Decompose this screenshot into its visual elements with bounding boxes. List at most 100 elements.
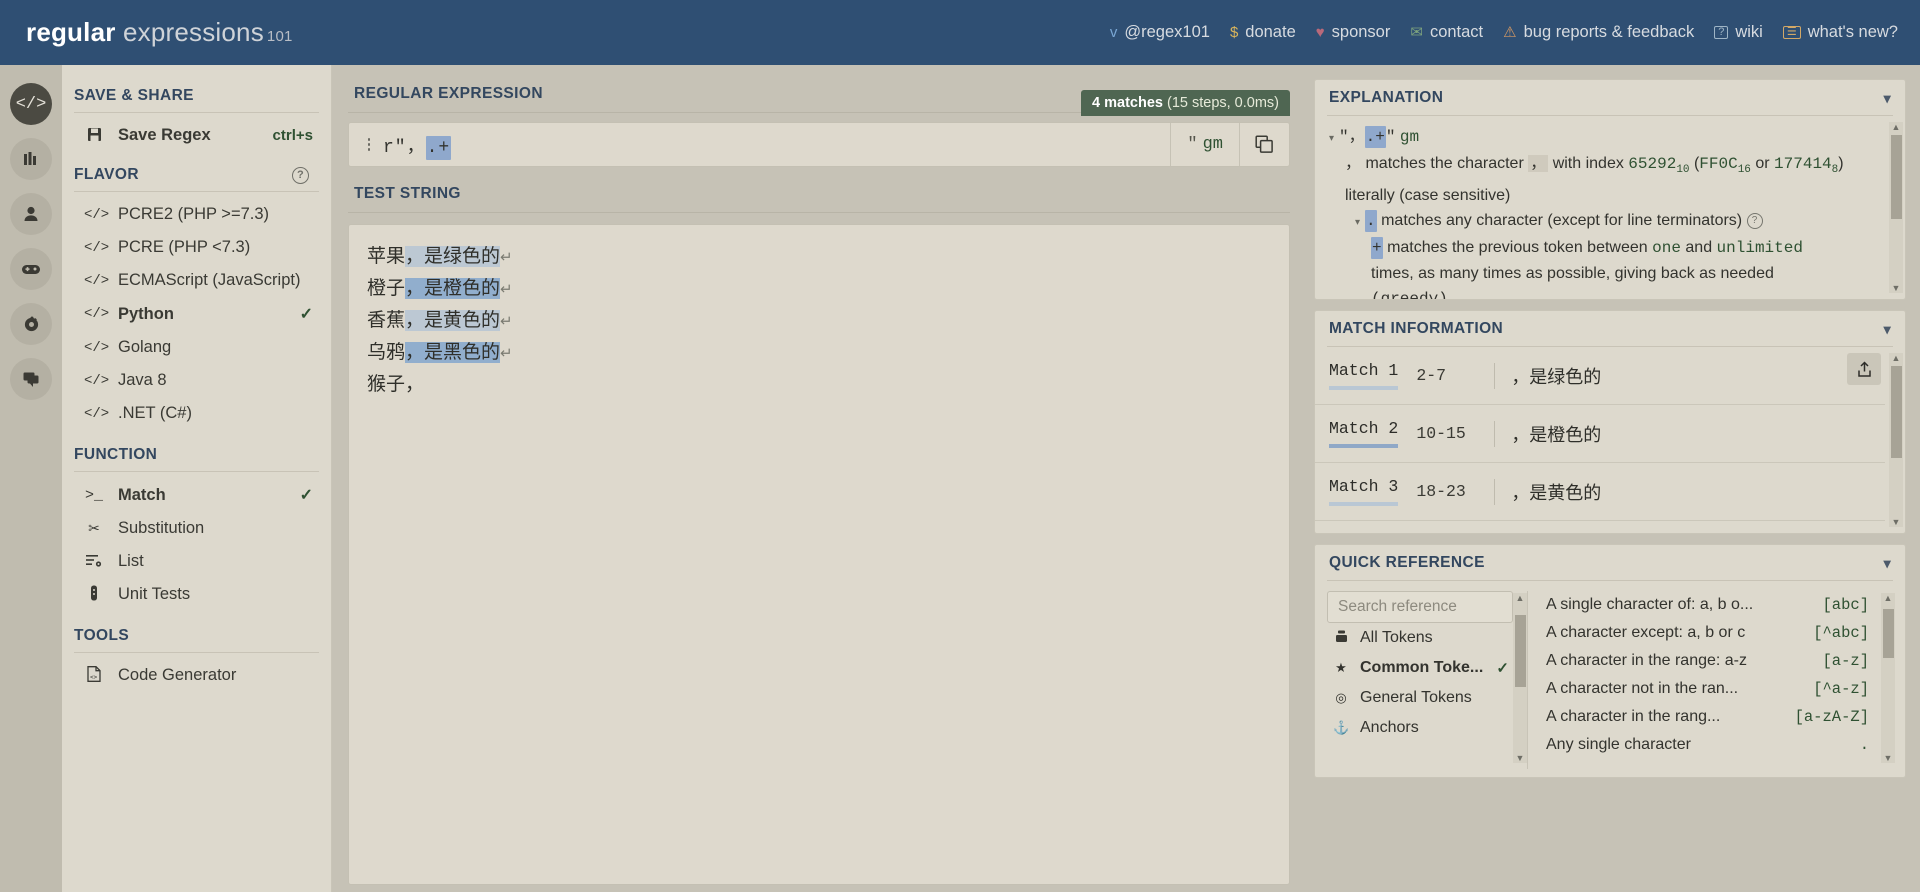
nav-link-donate[interactable]: $ donate (1230, 23, 1296, 42)
explanation-greedy-word-row: (greedy) (1327, 286, 1883, 299)
flavor-item-java8[interactable]: </> Java 8 (62, 364, 331, 397)
explanation-or-word: or (1755, 155, 1770, 172)
match-row[interactable]: Match 3 18-23 ，是黄色的 (1315, 463, 1885, 521)
flavor-item-pcre[interactable]: </> PCRE (PHP <7.3) (62, 231, 331, 264)
explanation-scrollbar[interactable]: ▲ ▼ (1889, 122, 1903, 293)
qr-entry[interactable]: A character in the rang... [a-zA-Z] (1540, 703, 1873, 731)
function-item-list-label: List (118, 552, 144, 570)
explanation-dot-text: matches any character (except for line t… (1381, 212, 1743, 230)
code-icon: </> (84, 239, 110, 256)
rail-button-account[interactable] (10, 193, 52, 235)
flavor-item-golang[interactable]: </> Golang (62, 331, 331, 364)
function-item-unit-tests[interactable]: Unit Tests (62, 578, 331, 611)
scrollbar-thumb[interactable] (1890, 366, 1902, 458)
nav-link-wiki[interactable]: ? wiki (1714, 23, 1763, 42)
site-logo[interactable]: regular expressions 101 (26, 17, 293, 48)
match-information-scrollbar[interactable]: ▲ ▼ (1889, 353, 1903, 527)
nav-link-twitter[interactable]: ᴠ @regex101 (1110, 23, 1210, 42)
nav-link-whats-new[interactable]: ☰ what's new? (1782, 23, 1898, 42)
help-icon[interactable]: ? (292, 166, 309, 184)
code-icon: </> (84, 272, 110, 289)
logo-light-word: expressions (122, 17, 264, 47)
qr-entry[interactable]: A single character of: a, b o... [abc] (1540, 591, 1873, 619)
rail-button-chat[interactable] (10, 358, 52, 400)
collapse-triangle-icon[interactable]: ▾ (1355, 217, 1360, 228)
match-row[interactable]: Match 1 2-7 ，是绿色的 (1315, 347, 1885, 405)
test-string-line: 橙子，是橙色的↵ (367, 273, 1271, 305)
nav-link-bug-reports[interactable]: ⚠ bug reports & feedback (1503, 23, 1694, 42)
match-row[interactable]: Match 2 10-15 ，是橙色的 (1315, 405, 1885, 463)
scroll-up-arrow-icon[interactable]: ▲ (1884, 593, 1893, 603)
qr-entry[interactable]: Any single character . (1540, 731, 1873, 759)
match-count-badge: 4 matches (15 steps, 0.0ms) (1081, 90, 1290, 116)
code-icon: </> (84, 372, 110, 389)
qr-category-all-tokens[interactable]: All Tokens (1327, 623, 1513, 653)
scroll-down-arrow-icon[interactable]: ▼ (1884, 753, 1893, 763)
explanation-pattern-flags: gm (1399, 128, 1420, 146)
help-icon[interactable]: ? (1746, 212, 1763, 229)
scrollbar-track[interactable] (1890, 366, 1902, 514)
qr-entry[interactable]: A character except: a, b or c [^abc] (1540, 619, 1873, 647)
scrollbar-thumb[interactable] (1514, 614, 1526, 687)
chevron-down-icon[interactable]: ▾ (1884, 555, 1891, 572)
export-matches-button[interactable] (1847, 353, 1881, 385)
regex-input[interactable]: r"，.+ (379, 132, 1170, 160)
test-string-editor[interactable]: 苹果，是绿色的↵ 橙子，是橙色的↵ 香蕉，是黄色的↵ 乌鸦，是黑色的↵ 猴子， (348, 224, 1290, 885)
qr-category-common-tokens[interactable]: ★ Common Toke... ✓ (1327, 653, 1513, 683)
icon-rail: </> (0, 65, 62, 892)
search-reference-input[interactable] (1327, 591, 1513, 623)
quick-reference-entries-scrollbar[interactable]: ▲ ▼ (1881, 593, 1895, 763)
regex-options-menu-icon[interactable] (359, 138, 379, 151)
regex-flags[interactable]: " gm (1170, 123, 1239, 166)
section-header-flavor: FLAVOR ? (62, 166, 331, 191)
collapse-triangle-icon[interactable]: ▾ (1329, 133, 1334, 144)
scroll-up-arrow-icon[interactable]: ▲ (1892, 122, 1901, 132)
nav-link-sponsor[interactable]: ♥ sponsor (1316, 23, 1391, 42)
chevron-down-icon[interactable]: ▾ (1884, 321, 1891, 338)
qr-entry-token: [abc] (1822, 596, 1869, 614)
terminal-icon: >_ (84, 486, 103, 504)
qr-entry[interactable]: A character in the range: a-z [a-z] (1540, 647, 1873, 675)
explanation-pattern-highlight: .+ (1364, 126, 1386, 148)
test-string-line: 猴子， (367, 369, 1271, 400)
nav-link-contact[interactable]: ✉ contact (1410, 23, 1483, 42)
explanation-plus-token: + (1371, 237, 1383, 260)
rail-button-settings[interactable] (10, 303, 52, 345)
scroll-down-arrow-icon[interactable]: ▼ (1892, 517, 1901, 527)
rail-button-regex-editor[interactable]: </> (10, 83, 52, 125)
function-item-list[interactable]: List (62, 545, 331, 578)
scrollbar-thumb[interactable] (1890, 135, 1902, 220)
flavor-item-dotnet-label: .NET (C#) (118, 404, 192, 422)
news-icon: ☰ (1782, 26, 1801, 39)
copy-regex-button[interactable] (1239, 123, 1289, 166)
qr-category-anchors[interactable]: ⚓ Anchors (1327, 713, 1513, 743)
menu-item-save-regex[interactable]: Save Regex ctrl+s (62, 119, 331, 152)
tools-item-code-generator[interactable]: <> Code Generator (62, 659, 331, 692)
copy-icon (1255, 135, 1273, 153)
mail-icon: ✉ (1410, 24, 1423, 41)
flavor-item-dotnet[interactable]: </> .NET (C#) (62, 397, 331, 430)
function-item-match[interactable]: >_ Match ✓ (62, 478, 331, 512)
flavor-item-ecmascript[interactable]: </> ECMAScript (JavaScript) (62, 264, 331, 297)
chevron-down-icon[interactable]: ▾ (1884, 90, 1891, 107)
scroll-down-arrow-icon[interactable]: ▼ (1516, 753, 1525, 763)
scrollbar-track[interactable] (1882, 606, 1894, 750)
scrollbar-track[interactable] (1514, 606, 1526, 750)
function-item-substitution-label: Substitution (118, 519, 205, 537)
scroll-down-arrow-icon[interactable]: ▼ (1892, 283, 1901, 293)
scroll-up-arrow-icon[interactable]: ▲ (1516, 593, 1525, 603)
scrollbar-thumb[interactable] (1882, 608, 1894, 658)
quick-reference-category-scrollbar[interactable]: ▲ ▼ (1513, 593, 1527, 763)
rail-button-games[interactable] (10, 248, 52, 290)
function-item-substitution[interactable]: ✂ Substitution (62, 512, 331, 545)
rail-button-library[interactable] (10, 138, 52, 180)
svg-text:<>: <> (90, 674, 98, 681)
scrollbar-track[interactable] (1890, 135, 1902, 280)
qr-category-general-tokens[interactable]: ◎ General Tokens (1327, 683, 1513, 713)
test-string-panel-title: TEST STRING (354, 185, 461, 202)
qr-entry[interactable]: A character not in the ran... [^a-z] (1540, 675, 1873, 703)
scroll-up-arrow-icon[interactable]: ▲ (1892, 353, 1901, 363)
flavor-item-python[interactable]: </> Python ✓ (62, 297, 331, 331)
flavor-item-pcre2[interactable]: </> PCRE2 (PHP >=7.3) (62, 198, 331, 231)
qr-entry-token: [^a-z] (1813, 680, 1869, 698)
